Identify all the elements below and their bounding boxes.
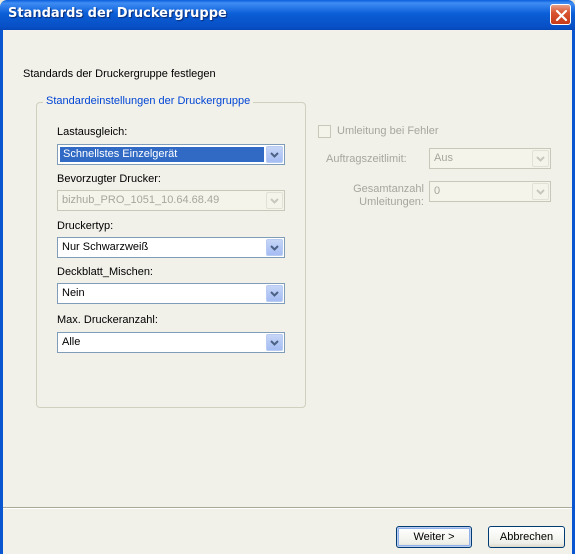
dialog-client-area: Standards der Druckergruppe festlegen St… bbox=[3, 30, 572, 554]
footer-separator bbox=[3, 507, 572, 509]
chevron-down-icon[interactable] bbox=[266, 334, 283, 351]
load-balancing-select[interactable]: Schnellstes Einzelgerät bbox=[57, 144, 285, 165]
cancel-button[interactable]: Abbrechen bbox=[488, 526, 565, 548]
page-heading: Standards der Druckergruppe festlegen bbox=[23, 68, 216, 80]
chevron-down-icon bbox=[266, 192, 283, 209]
redirect-on-error-label: Umleitung bei Fehler bbox=[337, 125, 439, 137]
total-redirects-label-line2: Umleitungen: bbox=[359, 196, 424, 208]
chevron-down-icon[interactable] bbox=[266, 146, 283, 163]
load-balancing-value: Schnellstes Einzelgerät bbox=[60, 147, 264, 162]
cover-mix-value: Nein bbox=[62, 287, 85, 299]
load-balancing-label: Lastausgleich: bbox=[57, 126, 128, 138]
printer-type-select[interactable]: Nur Schwarzweiß bbox=[57, 237, 285, 258]
max-printers-label: Max. Druckeranzahl: bbox=[57, 314, 158, 326]
chevron-down-icon bbox=[532, 183, 549, 200]
title-bar[interactable]: Standards der Druckergruppe bbox=[0, 0, 575, 30]
close-button[interactable] bbox=[550, 4, 571, 25]
printer-type-value: Nur Schwarzweiß bbox=[62, 241, 149, 253]
cover-mix-select[interactable]: Nein bbox=[57, 283, 285, 304]
max-printers-select[interactable]: Alle bbox=[57, 332, 285, 353]
redirect-on-error-checkbox[interactable] bbox=[318, 125, 331, 138]
job-timeout-select[interactable]: Aus bbox=[429, 148, 551, 169]
total-redirects-select[interactable]: 0 bbox=[429, 181, 551, 202]
job-timeout-label: Auftragszeitlimit: bbox=[326, 153, 407, 165]
window-title: Standards der Druckergruppe bbox=[8, 6, 227, 21]
total-redirects-value: 0 bbox=[434, 185, 441, 197]
total-redirects-label-line1: Gesamtanzahl bbox=[353, 183, 424, 195]
max-printers-value: Alle bbox=[62, 336, 81, 348]
group-legend: Standardeinstellungen der Druckergruppe bbox=[43, 95, 254, 107]
job-timeout-value: Aus bbox=[434, 152, 453, 164]
preferred-printer-value: bizhub_PRO_1051_10.64.68.49 bbox=[62, 194, 220, 206]
next-button[interactable]: Weiter > bbox=[396, 526, 472, 548]
printer-type-label: Druckertyp: bbox=[57, 220, 114, 232]
chevron-down-icon[interactable] bbox=[266, 239, 283, 256]
cover-mix-label: Deckblatt_Mischen: bbox=[57, 266, 153, 278]
close-icon bbox=[555, 9, 568, 22]
chevron-down-icon[interactable] bbox=[266, 285, 283, 302]
chevron-down-icon bbox=[532, 150, 549, 167]
preferred-printer-label: Bevorzugter Drucker: bbox=[57, 173, 161, 185]
preferred-printer-select[interactable]: bizhub_PRO_1051_10.64.68.49 bbox=[57, 190, 285, 211]
